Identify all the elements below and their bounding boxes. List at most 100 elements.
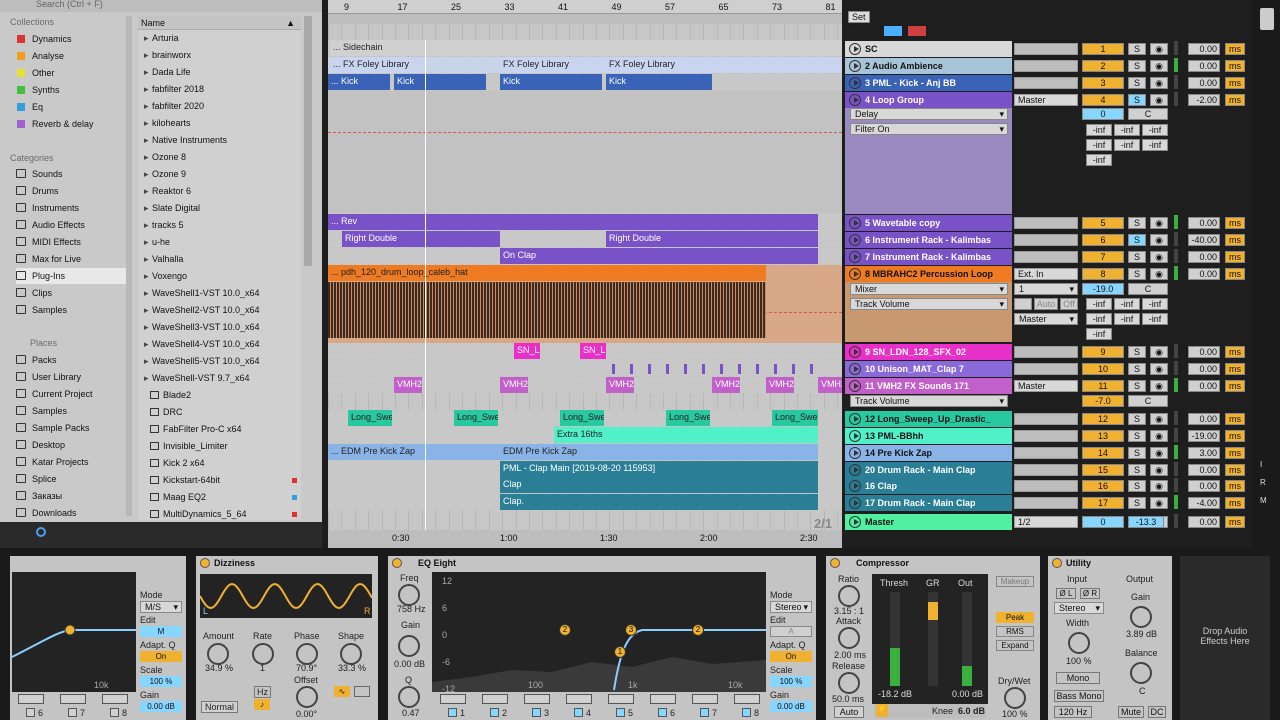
browser-list-item[interactable]: ▸ Native Instruments: [138, 132, 301, 149]
group-8-off-button[interactable]: Off: [1060, 298, 1078, 310]
collection-item[interactable]: Eq: [16, 99, 128, 115]
delay-unit-toggle[interactable]: ms: [1225, 480, 1245, 492]
next-locator-icon[interactable]: ▶: [862, 26, 872, 36]
arrangement-clip[interactable]: VMH2: [500, 377, 528, 393]
track-io-select[interactable]: [1014, 413, 1078, 425]
eq-band-enable-toggle[interactable]: [448, 708, 457, 717]
delay-unit-toggle[interactable]: ms: [1225, 60, 1245, 72]
inf-readout[interactable]: -inf: [1114, 139, 1140, 151]
dizziness-sync-button[interactable]: ♪: [254, 699, 270, 710]
browser-list-item[interactable]: ▸ Valhalla: [138, 251, 301, 268]
browser-list-item[interactable]: ▸ Arturia: [138, 30, 301, 47]
arrangement-clip[interactable]: Long_Swe: [348, 410, 392, 426]
browser-list-item[interactable]: ▸ fabfilter 2020: [138, 98, 301, 115]
arm-button[interactable]: ◉: [1150, 60, 1168, 72]
compressor-ratio-knob[interactable]: [838, 585, 860, 607]
expand-arrow-icon[interactable]: ▸: [144, 302, 152, 319]
eq-eight-mode-select[interactable]: Stereo: [770, 601, 812, 613]
expand-arrow-icon[interactable]: ▸: [144, 336, 152, 353]
eq-eight-scale-value[interactable]: 100 %: [770, 676, 812, 687]
utility-mute-button[interactable]: Mute: [1118, 706, 1144, 718]
group-4-param-2[interactable]: Filter On: [850, 123, 1008, 135]
eq-band-enable-toggle[interactable]: [742, 708, 751, 717]
expand-arrow-icon[interactable]: ▸: [144, 132, 152, 149]
overview-strip[interactable]: [328, 14, 842, 24]
expand-arrow-icon[interactable]: ▸: [144, 234, 152, 251]
track-volume[interactable]: -19.00: [1188, 430, 1220, 442]
eq-eight-q-knob[interactable]: [398, 686, 420, 708]
inf-readout[interactable]: -inf: [1086, 139, 1112, 151]
delay-unit-toggle[interactable]: ms: [1225, 94, 1245, 106]
eq-band-enable-toggle[interactable]: [616, 708, 625, 717]
track-io-select[interactable]: Master: [1014, 380, 1078, 392]
utility-phase-right-button[interactable]: Ø R: [1080, 588, 1100, 599]
eq-left-band-toggle[interactable]: [26, 708, 35, 717]
group-4-pan[interactable]: C: [1128, 108, 1168, 120]
track-io-select[interactable]: [1014, 464, 1078, 476]
track-header[interactable]: 13 PML-BBhh: [845, 428, 1012, 444]
delay-unit-toggle[interactable]: ms: [1225, 430, 1245, 442]
returns-toggle-icon[interactable]: R: [1260, 478, 1270, 488]
track-io-select[interactable]: [1014, 430, 1078, 442]
place-item[interactable]: User Library: [16, 369, 128, 385]
track-activator[interactable]: 15: [1082, 464, 1124, 476]
eq-eight-power-icon[interactable]: [392, 558, 402, 568]
arrangement-clip[interactable]: Kick: [394, 74, 486, 90]
track-activator[interactable]: 17: [1082, 497, 1124, 509]
solo-button[interactable]: S: [1128, 251, 1146, 263]
track-fold-icon[interactable]: [849, 234, 861, 246]
utility-bass-mono-button[interactable]: Bass Mono: [1054, 690, 1104, 702]
bar-ruler[interactable]: 9 17 25 33 41 49 57 65 73 81: [328, 0, 842, 14]
eq-left-band-type-select[interactable]: [18, 694, 44, 704]
eq-band-type-select[interactable]: [734, 694, 760, 704]
group-lane[interactable]: [328, 91, 842, 213]
track-volume[interactable]: 0.00: [1188, 60, 1220, 72]
expand-arrow-icon[interactable]: ▸: [144, 47, 152, 64]
eq-left-display[interactable]: 10k: [12, 572, 136, 692]
follow-button[interactable]: [884, 26, 902, 36]
category-item[interactable]: Instruments: [16, 200, 128, 216]
place-item[interactable]: Splice: [16, 471, 128, 487]
compressor-power-icon[interactable]: [830, 558, 840, 568]
expand-arrow-icon[interactable]: ▸: [144, 353, 152, 370]
drop-zone[interactable]: Drop Audio Effects Here: [1180, 556, 1270, 720]
track-io-select[interactable]: [1014, 447, 1078, 459]
inf-readout[interactable]: -inf: [1086, 313, 1112, 325]
place-item[interactable]: Katar Projects: [16, 454, 128, 470]
utility-title[interactable]: Utility: [1048, 556, 1172, 570]
eq-left-band-type-select[interactable]: [102, 694, 128, 704]
category-item[interactable]: MIDI Effects: [16, 234, 128, 250]
eq-band-type-select[interactable]: [524, 694, 550, 704]
track-volume[interactable]: 0.00: [1188, 217, 1220, 229]
arrangement-clip[interactable]: VMH2: [394, 377, 422, 393]
solo-button[interactable]: S: [1128, 413, 1146, 425]
track-volume[interactable]: 0.00: [1188, 363, 1220, 375]
track-volume[interactable]: 0.00: [1188, 346, 1220, 358]
compressor-attack-knob[interactable]: [838, 627, 860, 649]
utility-channel-select[interactable]: Stereo: [1054, 602, 1104, 614]
track-fold-icon[interactable]: [849, 60, 861, 72]
inf-readout[interactable]: -inf: [1142, 139, 1168, 151]
track-fold-icon[interactable]: [849, 346, 861, 358]
compressor-knee-value[interactable]: 6.0 dB: [958, 706, 985, 716]
eq-eight-display[interactable]: 2 3 2 1 12 6 0 -6 -12 100 1k 10k: [432, 572, 766, 692]
browser-list-item[interactable]: ▸ WaveShell3-VST 10.0_x64: [138, 319, 301, 336]
browser-list-item[interactable]: ▸ fabfilter 2018: [138, 81, 301, 98]
group-8-send[interactable]: -19.0: [1082, 283, 1124, 295]
expand-arrow-icon[interactable]: ▸: [144, 64, 152, 81]
expand-arrow-icon[interactable]: ▸: [144, 370, 152, 387]
arrangement-clip[interactable]: ... EDM Pre Kick Zap: [328, 444, 500, 460]
browser-list-item[interactable]: ▸ tracks 5: [138, 217, 301, 234]
track-fold-icon[interactable]: [849, 43, 861, 55]
track-activator[interactable]: 16: [1082, 480, 1124, 492]
category-item[interactable]: Samples: [16, 302, 128, 318]
arrangement-clip[interactable]: On Clap: [500, 248, 818, 264]
browser-list-item[interactable]: ▸ kilohearts: [138, 115, 301, 132]
lock-envelopes-button[interactable]: [908, 26, 926, 36]
dizziness-amount-knob[interactable]: [207, 643, 229, 665]
dizziness-phase-knob[interactable]: [296, 643, 318, 665]
arrangement-clip[interactable]: Long_Swe: [560, 410, 604, 426]
expand-arrow-icon[interactable]: ▸: [144, 98, 152, 115]
group-8-auto-button[interactable]: Auto: [1034, 298, 1058, 310]
prev-locator-icon[interactable]: ◀: [848, 26, 858, 36]
